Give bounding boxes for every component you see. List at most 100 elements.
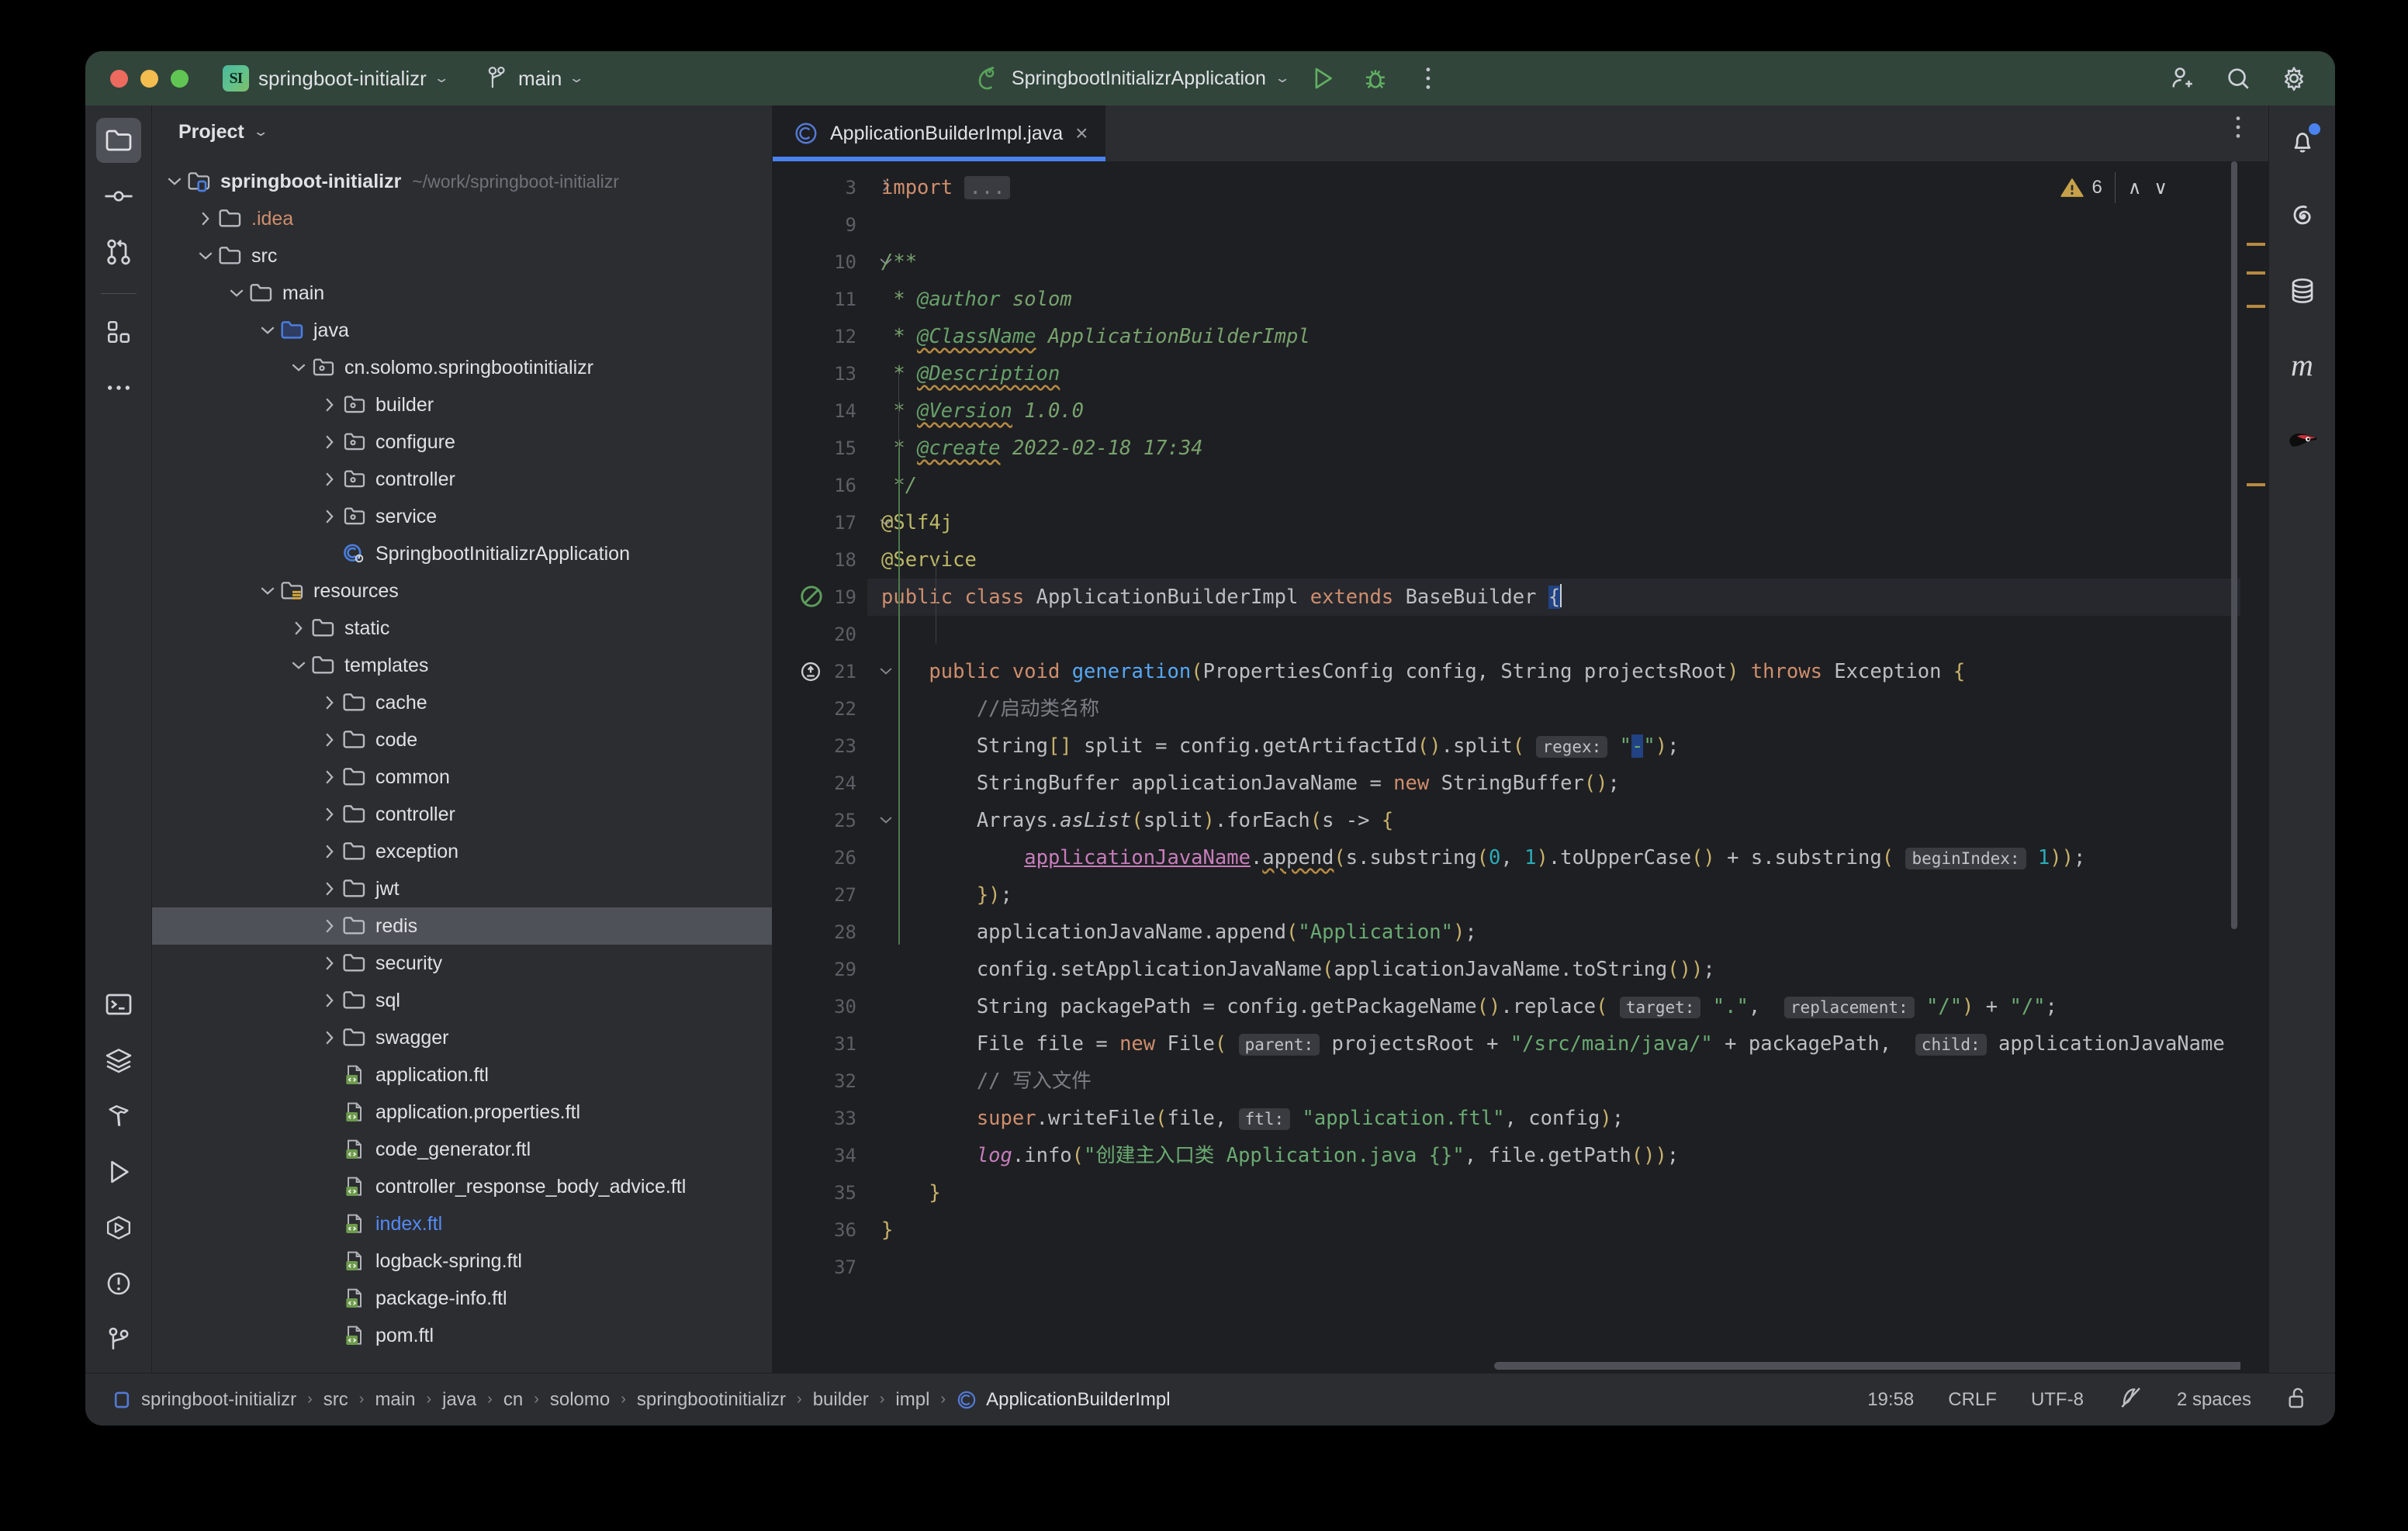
tree-row-java[interactable]: java	[152, 312, 772, 349]
chevron-right-icon[interactable]	[318, 733, 341, 747]
branch-selector[interactable]: main ⌄	[486, 65, 585, 92]
tree-row-templates[interactable]: templates	[152, 647, 772, 684]
tree-row-controller[interactable]: controller	[152, 796, 772, 833]
line-number[interactable]: 35	[773, 1174, 867, 1211]
code-line[interactable]: //启动类名称	[867, 690, 2240, 727]
chevron-down-icon[interactable]	[163, 177, 186, 186]
line-number[interactable]: 10	[773, 244, 892, 281]
editor-tab-applicationbuilderimpl[interactable]: ApplicationBuilderImpl.java ×	[773, 105, 1105, 161]
line-separator[interactable]: CRLF	[1948, 1389, 1997, 1411]
error-stripe-markers[interactable]	[2231, 161, 2268, 1373]
line-number[interactable]: 19	[773, 579, 892, 616]
sidebar-item-ninja[interactable]	[2280, 417, 2325, 462]
chevron-down-icon[interactable]	[225, 289, 248, 298]
inspection-widget[interactable]: 6 ∧ ∨	[2060, 172, 2168, 203]
line-number[interactable]: 34	[773, 1137, 867, 1174]
line-number[interactable]: 33	[773, 1100, 867, 1137]
line-number[interactable]: 30	[773, 988, 867, 1025]
sidebar-item-build[interactable]	[96, 1094, 141, 1139]
tree-row-src[interactable]: src	[152, 237, 772, 275]
add-user-button[interactable]	[2164, 60, 2200, 96]
tree-row-redis[interactable]: redis	[152, 907, 772, 945]
tree-row-package-info-ftl[interactable]: package-info.ftl	[152, 1280, 772, 1317]
vertical-scrollbar-thumb[interactable]	[2231, 161, 2237, 929]
caret-position[interactable]: 19:58	[1867, 1389, 1914, 1411]
sidebar-item-database[interactable]	[2280, 268, 2325, 313]
chevron-down-icon[interactable]	[194, 251, 217, 261]
chevron-right-icon[interactable]	[318, 435, 341, 449]
code-line[interactable]: public void generation(PropertiesConfig …	[867, 653, 2240, 690]
tree-row-exception[interactable]: exception	[152, 833, 772, 870]
breadcrumb-item[interactable]: java	[442, 1389, 476, 1411]
line-number[interactable]: 31	[773, 1025, 867, 1063]
code-editor[interactable]: 3 9 10 11 12 13 14 15 16 17 18 19 20 21 22 23 24 25 26 27 28…	[773, 161, 2268, 1373]
sidebar-item-more[interactable]	[96, 365, 141, 410]
chevron-right-icon[interactable]	[194, 212, 217, 226]
tree-row-resources[interactable]: resources	[152, 572, 772, 610]
stripe-marker[interactable]	[2247, 483, 2265, 486]
close-icon[interactable]: ×	[1075, 123, 1088, 144]
chevron-down-icon[interactable]: ⌄	[252, 124, 268, 140]
run-button[interactable]	[1305, 60, 1341, 96]
tree-row-builder[interactable]: builder	[152, 386, 772, 423]
code-line[interactable]: String[] split = config.getArtifactId().…	[867, 727, 2240, 765]
line-number[interactable]: 12	[773, 318, 867, 355]
breadcrumb-item[interactable]: main	[375, 1389, 415, 1411]
previous-problem-button[interactable]: ∧	[2128, 177, 2142, 199]
line-number[interactable]: 21	[773, 653, 892, 690]
line-number[interactable]: 22	[773, 690, 867, 727]
file-encoding[interactable]: UTF-8	[2031, 1389, 2084, 1411]
breadcrumb-item[interactable]: src	[323, 1389, 348, 1411]
line-number[interactable]: 27	[773, 876, 867, 914]
tree-row-sql[interactable]: sql	[152, 982, 772, 1019]
breadcrumb-item[interactable]: impl	[895, 1389, 929, 1411]
tree-row-jwt[interactable]: jwt	[152, 870, 772, 907]
chevron-right-icon[interactable]	[318, 472, 341, 486]
chevron-down-icon[interactable]	[256, 586, 279, 596]
code-line[interactable]: config.setApplicationJavaName(applicatio…	[867, 951, 2240, 988]
line-number[interactable]: 24	[773, 765, 867, 802]
tree-row-code[interactable]: code	[152, 721, 772, 759]
tree-row-swagger[interactable]: swagger	[152, 1019, 772, 1056]
tree-row-index-ftl[interactable]: index.ftl	[152, 1205, 772, 1242]
code-line[interactable]: });	[867, 876, 2240, 914]
code-line[interactable]: File file = new File( parent: projectsRo…	[867, 1025, 2240, 1063]
tree-row-configure[interactable]: configure	[152, 423, 772, 461]
line-number[interactable]: 37	[773, 1249, 867, 1286]
sidebar-item-project[interactable]	[95, 118, 141, 163]
more-run-options-button[interactable]	[1410, 60, 1446, 96]
code-line[interactable]	[867, 616, 2240, 653]
tree-row-springbootinitializrapplication[interactable]: SpringbootInitializrApplication	[152, 535, 772, 572]
line-number[interactable]: 9	[773, 206, 867, 244]
breadcrumb-item[interactable]: cn	[503, 1389, 523, 1411]
code-line[interactable]: * @Version 1.0.0	[867, 392, 2240, 430]
tree-row-application-ftl[interactable]: application.ftl	[152, 1056, 772, 1094]
line-number[interactable]: 28	[773, 914, 867, 951]
stripe-marker[interactable]	[2247, 271, 2265, 275]
chevron-right-icon[interactable]	[318, 882, 341, 896]
tree-row-application-properties-ftl[interactable]: application.properties.ftl	[152, 1094, 772, 1131]
chevron-right-icon[interactable]	[318, 919, 341, 933]
code-line[interactable]: Arrays.asList(split).forEach(s -> {	[867, 802, 2240, 839]
code-line[interactable]: super.writeFile(file, ftl: "application.…	[867, 1100, 2240, 1137]
sidebar-item-notifications[interactable]	[2280, 119, 2325, 164]
line-number[interactable]: 36	[773, 1211, 867, 1249]
editor-tab-options-button[interactable]	[2234, 114, 2242, 144]
line-number[interactable]: 26	[773, 839, 867, 876]
line-number[interactable]: 23	[773, 727, 867, 765]
tree-row-springboot-initializr[interactable]: springboot-initializr ~/work/springboot-i…	[152, 163, 772, 200]
stripe-marker[interactable]	[2247, 305, 2265, 308]
tree-row-logback-spring-ftl[interactable]: logback-spring.ftl	[152, 1242, 772, 1280]
code-line[interactable]: @Slf4j	[867, 504, 2240, 541]
breadcrumb-item[interactable]: builder	[813, 1389, 869, 1411]
code-line[interactable]: applicationJavaName.append("Application"…	[867, 914, 2240, 951]
line-number[interactable]: 29	[773, 951, 867, 988]
tree-row-cn-solomo-springbootinitializr[interactable]: cn.solomo.springbootinitializr	[152, 349, 772, 386]
tree-row-static[interactable]: static	[152, 610, 772, 647]
breadcrumb-item[interactable]: springboot-initializr	[141, 1389, 296, 1411]
sidebar-item-terminal[interactable]	[96, 982, 141, 1027]
breadcrumb-item[interactable]: solomo	[550, 1389, 610, 1411]
chevron-down-icon[interactable]	[256, 326, 279, 335]
tree-row-pom-ftl[interactable]: pom.ftl	[152, 1317, 772, 1354]
chevron-right-icon[interactable]	[318, 770, 341, 784]
